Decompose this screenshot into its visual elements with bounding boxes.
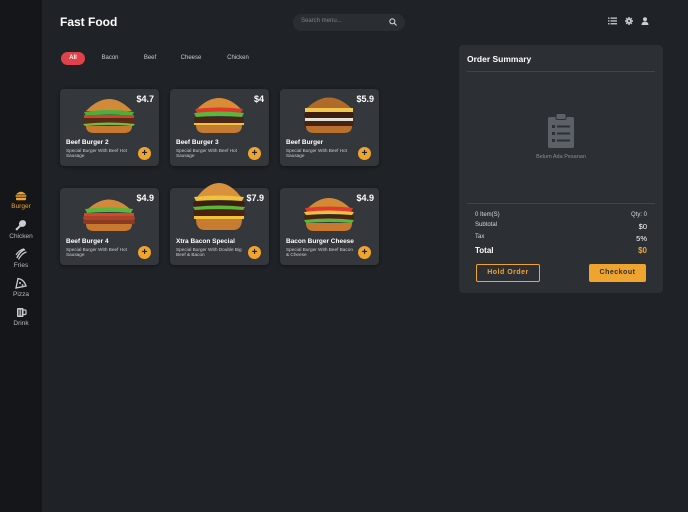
product-description: Special Burger With Beef Hot Sausage [66,148,127,159]
total-label: Total [475,246,494,255]
divider [467,203,655,204]
product-description: Special Burger With Beef Bacon & Cheese [286,247,353,258]
chicken-leg-icon [15,220,27,231]
product-description: Special Burger With Double Big Beef & Ba… [176,247,242,258]
subtotal-row: Subtotal $0 [475,222,647,231]
nav-item-drink[interactable]: Drink [0,306,42,327]
nav-item-pizza[interactable]: Pizza [0,277,42,298]
add-to-order-button[interactable]: + [248,246,261,259]
product-price: $4.9 [136,193,154,203]
clipboard-icon [548,113,574,148]
order-summary-title: Order Summary [467,54,532,64]
nav-label-pizza: Pizza [13,291,29,298]
burger-image [83,99,135,133]
sidebar-nav: Burger Chicken Fries Pizza Drink [0,0,42,512]
total-value: $0 [638,246,647,255]
burger-icon [15,191,27,201]
drink-icon [17,308,27,317]
product-price: $4.9 [356,193,374,203]
burger-image [304,97,354,133]
nav-label-drink: Drink [13,320,29,327]
burger-image [304,198,354,231]
product-name: Beef Burger 2 [66,139,109,146]
burger-image [194,98,244,133]
gear-icon[interactable] [625,17,633,25]
product-price: $5.9 [356,94,374,104]
product-name: Beef Burger [286,139,324,146]
list-icon[interactable] [608,17,617,25]
product-card[interactable]: $7.9 Xtra Bacon Special Special Burger W… [170,183,269,265]
product-name: Beef Burger 4 [66,238,109,245]
hold-order-button[interactable]: Hold Order [476,264,540,282]
items-count-row: 0 Item(S) Qty: 0 [475,212,647,218]
add-to-order-button[interactable]: + [138,147,151,160]
product-description: Special Burger With Beef Hot Sausage [286,148,347,159]
add-to-order-button[interactable]: + [358,246,371,259]
category-chip-all[interactable]: All [61,52,85,65]
nav-label-fries: Fries [13,262,29,269]
add-to-order-button[interactable]: + [248,147,261,160]
divider [467,71,655,72]
nav-label-burger: Burger [11,203,31,210]
product-name: Bacon Burger Cheese [286,238,354,245]
search-icon[interactable] [389,18,397,26]
fries-icon [15,248,27,260]
total-row: Total $0 [475,246,647,255]
pizza-icon [15,277,27,289]
nav-item-chicken[interactable]: Chicken [0,219,42,240]
tax-row: Tax 5% [475,234,647,243]
category-chip-cheese[interactable]: Cheese [179,52,203,65]
product-card[interactable]: $4.9 Beef Burger 4 Special Burger With B… [60,188,159,265]
product-card[interactable]: $4.9 Bacon Burger Cheese Special Burger … [280,188,379,265]
tax-value: 5% [636,234,647,243]
product-price: $4.7 [136,94,154,104]
product-price: $4 [253,94,264,104]
nav-label-chicken: Chicken [9,233,33,240]
product-name: Beef Burger 3 [176,139,219,146]
items-count: 0 Item(S) [475,212,500,218]
product-card[interactable]: $5.9 Beef Burger Special Burger With Bee… [280,89,379,166]
search-placeholder: Search menu... [301,18,342,24]
checkout-button[interactable]: Checkout [589,264,646,282]
category-chip-chicken[interactable]: Chicken [224,52,252,65]
user-icon[interactable] [641,17,649,25]
add-to-order-button[interactable]: + [138,246,151,259]
category-chip-bacon[interactable]: Bacon [98,52,122,65]
product-description: Special Burger With Beef Hot Sausage [66,247,127,258]
order-summary-panel: Order Summary Belum Ada Pesanan 0 Item(S… [459,45,663,293]
nav-item-fries[interactable]: Fries [0,248,42,269]
quantity-count: Qty: 0 [630,212,647,218]
page-title: Fast Food [60,15,118,29]
category-chip-beef[interactable]: Beef [138,52,162,65]
main-panel: Fast Food Search menu... All Bacon Beef … [42,0,688,512]
search-input[interactable]: Search menu... [293,14,405,31]
product-price: $7.9 [246,193,264,203]
product-description: Special Burger With Beef Hot Sausage [176,148,237,159]
product-card[interactable]: $4.7 Beef Burger 2 Special Burger With B… [60,89,159,166]
burger-image [83,199,135,231]
nav-item-burger[interactable]: Burger [0,190,42,210]
product-name: Xtra Bacon Special [176,238,235,245]
subtotal-value: $0 [638,222,647,231]
burger-image [193,183,245,230]
tax-label: Tax [475,234,485,240]
add-to-order-button[interactable]: + [358,147,371,160]
product-card[interactable]: $4 Beef Burger 3 Special Burger With Bee… [170,89,269,166]
subtotal-label: Subtotal [475,222,498,228]
empty-order-message: Belum Ada Pesanan [536,154,586,160]
